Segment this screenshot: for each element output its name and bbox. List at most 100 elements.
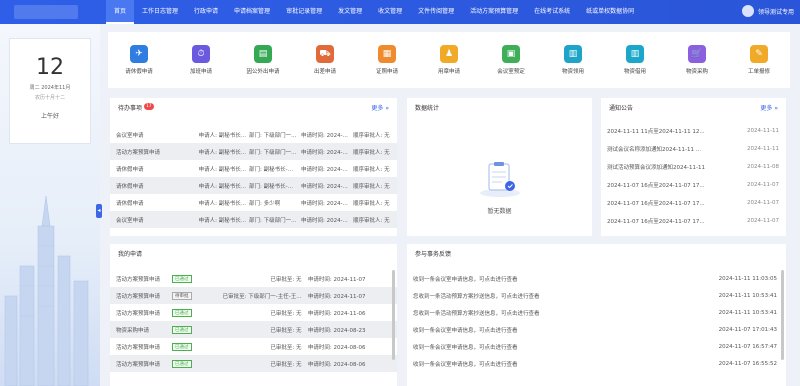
app-label: 用章申请 (437, 69, 460, 75)
apply-row[interactable]: 物资采购申请 已通过 已审批至: 无 申请时间: 2024-08-23 (110, 321, 397, 338)
nav-item-outgoing-docs[interactable]: 发文管理 (330, 0, 370, 24)
todo-row[interactable]: 请休假申请 申请人: 副秘书长... 部门: 多少啊 申请时间: 2024-..… (110, 194, 397, 211)
notice-text: 2024-11-11 11点至2024-11-11 12... (607, 129, 705, 135)
feedback-row[interactable]: 收到一条会议室申请信息，可点击进行查看 2024-11-07 17:01:43 (407, 321, 786, 338)
nav-item-worklog[interactable]: 工作日志管理 (134, 0, 186, 24)
nav-item-activity-budget[interactable]: 活动方案预算管理 (462, 0, 526, 24)
apply-type: 活动方案预算申请 (116, 361, 161, 368)
todo-type: 请休假申请 (116, 166, 144, 173)
todo-approver: 顺序审批人: 无 (353, 217, 390, 224)
feedback-time: 2024-11-07 16:57:47 (718, 343, 777, 350)
todo-more-link[interactable]: 更多 » (371, 98, 389, 120)
notice-more-link[interactable]: 更多 » (760, 98, 778, 120)
nav-item-approval-records[interactable]: 审批记录管理 (278, 0, 330, 24)
todo-row[interactable]: 会议室申请 申请人: 副秘书长... 部门: 下级部门一... 申请时间: 20… (110, 211, 397, 228)
todo-dept: 部门: 副秘书长-王... (249, 183, 298, 190)
apply-row[interactable]: 活动方案预算申请 已通过 已审批至: 无 申请时间: 2024-08-06 (110, 338, 397, 355)
todo-panel: 待办事项 17 更多 » 会议室申请 申请人: 副秘书长... 部门: 下级部门… (110, 98, 397, 236)
todo-row[interactable]: 活动方案预算申请 申请人: 副秘书长... 部门: 下级部门一... 申请时间:… (110, 143, 397, 160)
todo-row[interactable]: 会议室申请 申请人: 副秘书长... 部门: 下级部门一... 申请时间: 20… (110, 126, 397, 143)
feedback-row[interactable]: 收到一条会议室申请信息，可点击进行查看 2024-11-07 16:55:52 (407, 355, 786, 372)
app-seal-request[interactable]: ♟ 用章申请 (424, 45, 474, 75)
stats-header: 数据统计 (407, 98, 592, 120)
todo-count-badge: 17 (143, 103, 154, 110)
app-leave-request[interactable]: ✈ 请休假申请 (114, 45, 164, 75)
todo-time: 申请时间: 2024-... (301, 217, 348, 224)
app-label: 工单报修 (747, 69, 770, 75)
cart-icon: 🛒 (688, 45, 706, 63)
nav-item-online-exam[interactable]: 在线考试系统 (526, 0, 578, 24)
feedback-row[interactable]: 您收到一条活动预算方案抄送信息，可点击进行查看 2024-11-11 10:53… (407, 287, 786, 304)
app-supplies-purchase[interactable]: 🛒 物资采购 (672, 45, 722, 75)
notice-row[interactable]: 2024-11-07 16点至2024-11-07 17... 2024-11-… (601, 194, 786, 212)
app-label: 因公外出申请 (246, 69, 280, 75)
status-badge: 已通过 (172, 325, 192, 334)
greeting: 上午好 (40, 113, 59, 120)
apply-type: 物资采购申请 (116, 327, 150, 334)
main-nav: 首页 工作日志管理 行政申请 申请档案管理 审批记录管理 发文管理 收文管理 文… (106, 0, 642, 24)
feedback-text: 收到一条会议室申请信息，可点击进行查看 (413, 327, 518, 334)
app-license-request[interactable]: ▦ 证照申请 (362, 45, 412, 75)
notice-row[interactable]: 测试活动预算会议添加通知2024-11-11 2024-11-08 (601, 158, 786, 176)
app-supplies-claim[interactable]: ▥ 物资领用 (548, 45, 598, 75)
feedback-time: 2024-11-07 17:01:43 (718, 326, 777, 333)
notice-row[interactable]: 2024-11-11 11点至2024-11-11 12... 2024-11-… (601, 122, 786, 140)
app-label: 出差申请 (313, 69, 336, 75)
app-repair-order[interactable]: ✎ 工单报修 (734, 45, 784, 75)
todo-type: 活动方案预算申请 (116, 149, 161, 156)
todo-row[interactable]: 请休假申请 申请人: 副秘书长... 部门: 副秘书长-王... 申请时间: 2… (110, 160, 397, 177)
feedback-text: 收到一条会议室申请信息，可点击进行查看 (413, 276, 518, 283)
date-weekday-month: 周二 2024年11月 (29, 85, 71, 91)
scrollbar[interactable] (781, 270, 784, 360)
nav-item-data-collab[interactable]: 纸或单权数据协同 (578, 0, 642, 24)
apply-row[interactable]: 活动方案预算申请 待审批 已审批至: 下级部门一-主任-王... 申请时间: 2… (110, 287, 397, 304)
nav-item-apply-archive[interactable]: 申请档案管理 (226, 0, 278, 24)
apply-row[interactable]: 活动方案预算申请 已通过 已审批至: 无 申请时间: 2024-11-06 (110, 304, 397, 321)
apply-row[interactable]: 活动方案预算申请 已通过 已审批至: 无 申请时间: 2024-11-07 (110, 270, 397, 287)
app-label: 加班申请 (189, 69, 212, 75)
todo-dept: 部门: 多少啊 (249, 200, 281, 207)
notice-date: 2024-11-07 (747, 182, 779, 188)
notice-date: 2024-11-07 (747, 218, 779, 224)
notice-row[interactable]: 2024-11-07 16点至2024-11-07 17... 2024-11-… (601, 212, 786, 230)
feedback-row[interactable]: 收到一条会议室申请信息，可点击进行查看 2024-11-07 16:57:47 (407, 338, 786, 355)
todo-applicant: 申请人: 副秘书长... (198, 217, 246, 224)
apply-type: 活动方案预算申请 (116, 276, 161, 283)
collapse-sidebar-button[interactable]: ◂ (96, 204, 102, 218)
todo-header: 待办事项 17 更多 » (110, 98, 397, 120)
todo-type: 会议室申请 (116, 217, 144, 224)
nav-item-admin-apply[interactable]: 行政申请 (186, 0, 226, 24)
notice-list: 2024-11-11 11点至2024-11-11 12... 2024-11-… (601, 120, 786, 230)
app-business-trip-request[interactable]: ⛟ 出差申请 (300, 45, 350, 75)
app-meeting-room-booking[interactable]: ▣ 会议室预定 (486, 45, 536, 75)
seal-icon: ♟ (440, 45, 458, 63)
notice-row[interactable]: 2024-11-07 16点至2024-11-07 17... 2024-11-… (601, 176, 786, 194)
apply-approver: 已审批至: 下级部门一-主任-王... (222, 293, 302, 300)
apply-time: 申请时间: 2024-08-06 (307, 344, 366, 351)
app-overtime-request[interactable]: ⏱ 加班申请 (176, 45, 226, 75)
nav-item-incoming-docs[interactable]: 收文管理 (370, 0, 410, 24)
top-navigation-bar: 首页 工作日志管理 行政申请 申请档案管理 审批记录管理 发文管理 收文管理 文… (0, 0, 800, 24)
notice-date: 2024-11-07 (747, 200, 779, 206)
feedback-row[interactable]: 您收到一条活动预算方案抄送信息，可点击进行查看 2024-11-11 10:53… (407, 304, 786, 321)
nav-item-home[interactable]: 首页 (106, 0, 135, 24)
todo-time: 申请时间: 2024-... (301, 166, 348, 173)
todo-row[interactable]: 请休假申请 申请人: 副秘书长... 部门: 副秘书长-王... 申请时间: 2… (110, 177, 397, 194)
feedback-row[interactable]: 收到一条会议室申请信息，可点击进行查看 2024-11-11 11:03:05 (407, 270, 786, 287)
scrollbar[interactable] (392, 270, 395, 360)
date-day: 12 (36, 55, 64, 80)
stats-panel: 数据统计 暂无数据 (407, 98, 592, 236)
nav-item-file-circulation[interactable]: 文件传阅管理 (410, 0, 462, 24)
app-supplies-borrow[interactable]: ▥ 物资借用 (610, 45, 660, 75)
wrench-icon: ✎ (750, 45, 768, 63)
app-business-out-request[interactable]: ▤ 因公外出申请 (238, 45, 288, 75)
notice-text: 2024-11-07 16点至2024-11-07 17... (607, 201, 705, 207)
stats-title: 数据统计 (415, 105, 440, 112)
todo-dept: 部门: 下级部门一... (249, 217, 297, 224)
app-label: 会议室预定 (497, 69, 525, 75)
status-badge: 已通过 (172, 342, 192, 351)
todo-type: 会议室申请 (116, 132, 144, 139)
notice-row[interactable]: 测试会议名称添加通知2024-11-11 ... 2024-11-11 (601, 140, 786, 158)
user-menu[interactable]: 领导测试专用 (741, 5, 794, 17)
apply-row[interactable]: 活动方案预算申请 已通过 已审批至: 无 申请时间: 2024-08-06 (110, 355, 397, 372)
